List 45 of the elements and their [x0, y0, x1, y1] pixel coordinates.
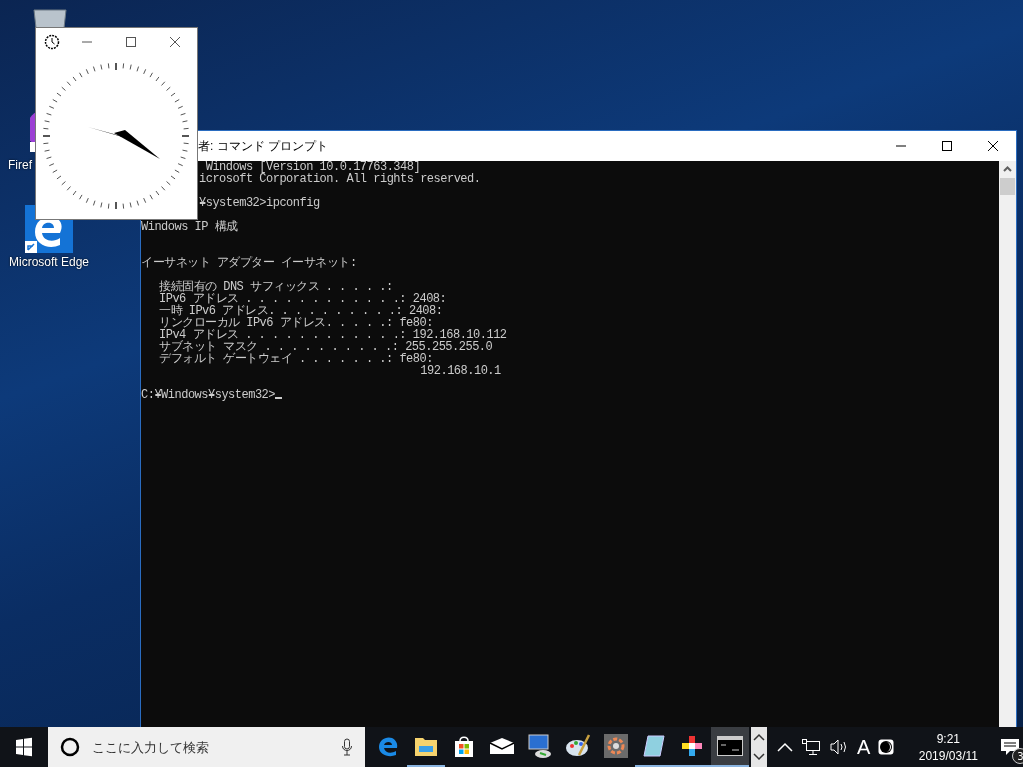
date-text: 2019/03/11 — [918, 748, 978, 763]
text-cursor — [275, 397, 283, 399]
desktop-icon-label[interactable]: Firef — [8, 158, 32, 172]
paint-palette-icon — [565, 733, 591, 759]
speaker-icon[interactable] — [829, 738, 849, 756]
console-line: C:¥Windows¥system32> — [141, 389, 999, 401]
console-line: デフォルト ゲートウェイ . . . . . . .: fe80: — [159, 353, 433, 365]
input-mode-indicator[interactable]: A — [857, 735, 871, 759]
console-line: 接続固有の DNS サフィックス . . . . .: — [159, 281, 394, 293]
cortana-icon — [60, 737, 80, 757]
scroll-thumb[interactable] — [1000, 178, 1015, 195]
console-line: IPv6 アドレス . . . . . . . . . . . .: 2408: — [159, 293, 448, 305]
taskbar-scroll-control[interactable] — [751, 727, 767, 767]
search-input[interactable]: ここに入力して検索 — [90, 738, 331, 756]
desktop-icon-label[interactable]: Microsoft Edge — [8, 255, 89, 269]
clock-icon — [44, 34, 60, 50]
app-tile-icon — [604, 734, 628, 758]
console-line: 一時 IPv6 アドレス. . . . . . . . . .: 2408: — [159, 305, 444, 317]
network-icon[interactable] — [801, 738, 821, 756]
console-line: Windows [Version 10.0.17763.348] — [205, 161, 421, 173]
console-line: icrosoft Corporation. All rights reserved. — [199, 173, 482, 185]
console-line: ¥system32>ipconfig — [199, 197, 321, 209]
taskbar-app-button[interactable] — [711, 727, 749, 767]
half-moon-icon[interactable] — [878, 739, 895, 755]
notification-count-badge: 3 — [1012, 748, 1023, 764]
terminal-icon — [717, 736, 743, 756]
taskbar-clock[interactable]: 9:21 2019/03/11 — [908, 731, 989, 763]
computer-monitor-icon — [527, 733, 553, 759]
envelope-icon — [489, 737, 515, 755]
console-line: イーサネット アダプター イーサネット: — [141, 257, 358, 269]
search-bar[interactable]: ここに入力して検索 — [48, 727, 365, 767]
console-line: IPv4 アドレス . . . . . . . . . . . .: 192.168.10.112 — [159, 329, 508, 341]
console-line: 192.168.10.1 — [419, 365, 502, 377]
chevron-up-icon[interactable] — [753, 733, 765, 741]
shopping-bag-icon — [452, 734, 476, 758]
chevron-down-icon[interactable] — [753, 753, 765, 761]
notepad-icon — [642, 734, 666, 758]
color-cross-icon — [680, 734, 704, 758]
console-line: サブネット マスク . . . . . . . . . .: 255.255.255.0 — [159, 341, 494, 353]
time-text: 9:21 — [936, 731, 960, 746]
console-line: Windows IP 構成 — [141, 221, 239, 233]
window-title: 者: コマンド プロンプト — [198, 137, 329, 155]
microphone-icon[interactable] — [341, 738, 353, 756]
console-line: リンクローカル IPv6 アドレス. . . . .: fe80: — [159, 317, 433, 329]
folder-icon — [414, 735, 438, 757]
